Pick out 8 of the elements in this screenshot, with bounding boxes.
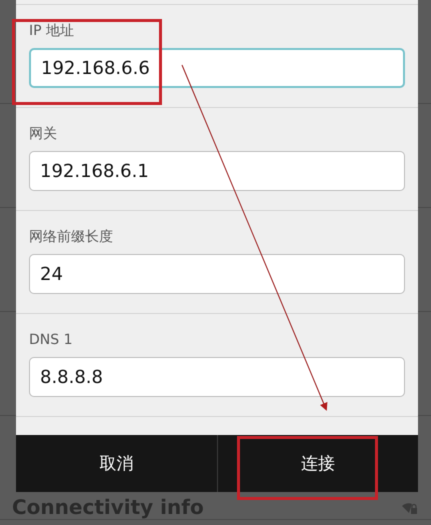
field-label: 网络前缀长度 <box>29 228 114 246</box>
input-field[interactable]: 192.168.6.1 <box>29 151 405 191</box>
field-label: 网关 <box>29 125 58 143</box>
field-label: IP 地址 <box>29 22 76 40</box>
field-label: DNS 1 <box>29 331 74 349</box>
input-field[interactable]: 24 <box>29 254 405 294</box>
input-field[interactable]: 192.168.6.6 <box>29 48 405 88</box>
input-field[interactable]: 8.8.8.8 <box>29 357 405 397</box>
